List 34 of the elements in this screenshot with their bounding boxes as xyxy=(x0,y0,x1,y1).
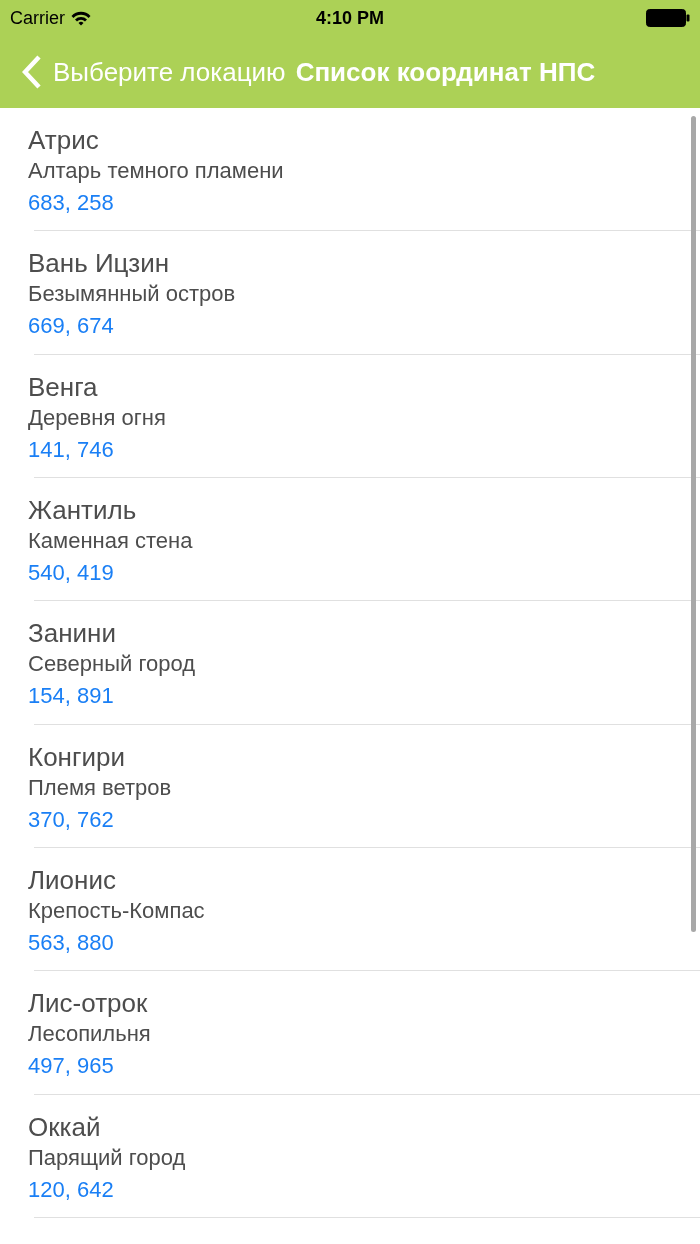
location-name: Племя ветров xyxy=(28,773,172,802)
coordinates-text: 141, 746 xyxy=(28,435,114,464)
npc-name: Жантиль xyxy=(28,494,137,526)
status-time: 4:10 PM xyxy=(316,7,384,29)
location-name: Алтарь темного пламени xyxy=(28,157,284,185)
coordinates-text: 497, 965 xyxy=(28,1052,114,1081)
npc-name: Лионис xyxy=(28,863,116,896)
coordinates-text: 563, 880 xyxy=(28,928,114,957)
coordinates-text: 669, 674 xyxy=(28,312,114,341)
wifi-icon xyxy=(71,10,91,26)
location-name: Лесопильня xyxy=(28,1020,151,1049)
coordinates-text: 120, 642 xyxy=(28,1175,114,1204)
coordinates-text: 154, 891 xyxy=(28,682,114,711)
location-name: Безымянный остров xyxy=(28,280,236,309)
back-button[interactable]: Выберите локацию xyxy=(22,55,286,89)
npc-name: Лис-отрок xyxy=(28,987,148,1020)
location-name: Северный город xyxy=(28,650,195,679)
chevron-left-icon xyxy=(22,55,42,89)
location-name: Парящий город xyxy=(28,1143,186,1172)
npc-name: Занини xyxy=(28,617,116,650)
npc-name: Вань Ицзин xyxy=(28,247,170,280)
coordinates-text: 370, 762 xyxy=(28,805,114,834)
npc-name: Венга xyxy=(28,370,98,403)
location-name: Каменная стена xyxy=(28,527,193,555)
npc-name: Оккай xyxy=(28,1110,101,1143)
screen-title: Список координат НПС xyxy=(295,56,596,88)
npc-name: Конгири xyxy=(28,740,125,773)
location-name: Крепость-Компас xyxy=(28,896,205,925)
battery-icon xyxy=(646,9,690,27)
npc-name: Атрис xyxy=(28,124,99,156)
carrier-label: Carrier xyxy=(10,7,65,29)
coordinates-text: 683, 258 xyxy=(28,189,114,217)
location-name: Деревня огня xyxy=(28,403,166,432)
coordinates-text: 540, 419 xyxy=(28,559,114,587)
